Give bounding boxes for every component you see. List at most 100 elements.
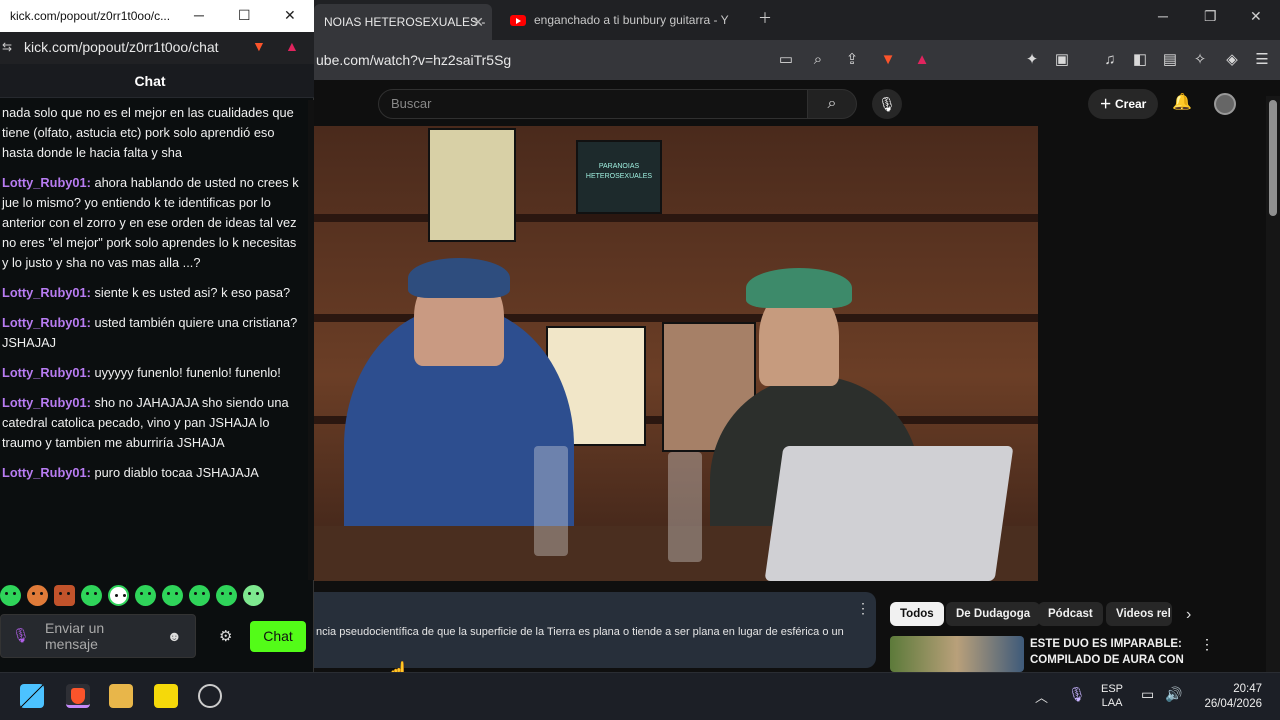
reader-icon[interactable]: ▣ xyxy=(1052,50,1072,70)
chat-message: nada solo que no es el mejor en las cual… xyxy=(2,103,300,163)
search-input[interactable]: Buscar xyxy=(378,89,808,119)
vpn-icon[interactable]: ◈ xyxy=(1222,50,1242,70)
emote-icon[interactable] xyxy=(0,585,21,606)
chat-scrollbar[interactable] xyxy=(308,100,314,580)
file-explorer-icon[interactable] xyxy=(109,684,133,708)
music-icon[interactable]: ♫ xyxy=(1100,50,1120,70)
recommended-thumbnail[interactable] xyxy=(890,636,1024,672)
emote-icon[interactable] xyxy=(81,585,102,606)
minimize-icon[interactable]: ─ xyxy=(194,7,204,23)
emoji-icon[interactable]: ☻ xyxy=(167,628,182,644)
username[interactable]: Lotty_Ruby01 xyxy=(2,315,87,330)
brave-logo xyxy=(71,688,85,704)
brave-rewards-icon[interactable]: ▲ xyxy=(912,50,932,70)
chat-title: Chat xyxy=(134,73,166,89)
chip-podcast[interactable]: Pódcast xyxy=(1038,602,1103,626)
username[interactable]: Lotty_Ruby01 xyxy=(2,175,87,190)
windows-start-icon[interactable] xyxy=(20,684,44,708)
maximize-icon[interactable]: ☐ xyxy=(238,7,251,24)
minimize-icon[interactable]: ─ xyxy=(1158,8,1168,24)
chevron-right-icon[interactable]: › xyxy=(1186,606,1191,624)
username[interactable]: Lotty_Ruby01 xyxy=(2,285,87,300)
close-icon[interactable]: ✕ xyxy=(284,7,296,24)
create-button[interactable]: ＋ Crear xyxy=(1088,89,1158,119)
wallet-icon[interactable]: ▤ xyxy=(1160,50,1180,70)
gear-icon[interactable]: ⚙ xyxy=(219,627,232,645)
brave-shield-icon[interactable]: ▼ xyxy=(252,38,266,54)
clock[interactable]: 20:47 26/04/2026 xyxy=(1190,682,1262,712)
extensions-icon[interactable]: ✦ xyxy=(1022,50,1042,70)
voice-search-icon[interactable]: 🎙 xyxy=(872,89,902,119)
emote-icon[interactable] xyxy=(243,585,264,606)
avatar[interactable] xyxy=(1214,93,1236,115)
glass xyxy=(668,452,702,562)
microphone-icon[interactable]: 🎙 xyxy=(1068,686,1086,703)
input-language[interactable]: ESP LAA xyxy=(1101,682,1123,710)
tab-youtube-active[interactable]: NOIAS HETEROSEXUALES - ✕ xyxy=(314,4,492,40)
restore-icon[interactable]: ❐ xyxy=(1204,8,1217,25)
emote-icon[interactable] xyxy=(108,585,129,606)
scrollbar-thumb[interactable] xyxy=(1269,100,1277,216)
brave-rewards-icon[interactable]: ▲ xyxy=(285,38,299,54)
chat-url-field[interactable]: kick.com/popout/z0rr1t0oo/chat xyxy=(24,39,219,55)
language-code: ESP xyxy=(1101,683,1124,695)
url-field[interactable]: ube.com/watch?v=hz2saiTr5Sg xyxy=(316,52,511,68)
brave-shield-icon[interactable]: ▼ xyxy=(878,50,898,70)
layout-code: LAA xyxy=(1101,697,1123,709)
microphone-icon[interactable]: 🎙 xyxy=(12,627,30,644)
search-icon[interactable]: ⌕ xyxy=(807,89,857,119)
username[interactable]: Lotty_Ruby01 xyxy=(2,465,87,480)
username[interactable]: Lotty_Ruby01 xyxy=(2,395,87,410)
emote-icon[interactable] xyxy=(189,585,210,606)
tab-youtube-bunbury[interactable]: enganchado a ti bunbury guitarra - Y xyxy=(500,6,750,34)
notifications-icon[interactable]: 🔔 xyxy=(1172,92,1192,112)
volume-icon[interactable]: 🔊 xyxy=(1165,686,1182,703)
emote-icon[interactable] xyxy=(135,585,156,606)
menu-icon[interactable]: ☰ xyxy=(1252,50,1272,70)
description-text: ncia pseudocientífica de que la superfic… xyxy=(316,626,844,638)
chip-videos-relacionados[interactable]: Videos rel xyxy=(1106,602,1172,626)
emote-icon[interactable] xyxy=(27,585,48,606)
more-options-icon[interactable]: ⋮ xyxy=(856,600,870,617)
username[interactable]: Lotty_Ruby01 xyxy=(2,365,87,380)
new-tab-icon[interactable]: ＋ xyxy=(758,8,772,28)
chat-message: Lotty_Ruby01: siente k es usted asi? k e… xyxy=(2,285,291,300)
chip-de-dudagoga[interactable]: De Dudagoga xyxy=(946,602,1041,626)
cast-icon[interactable]: ▭ xyxy=(776,50,796,70)
sticky-notes-icon[interactable] xyxy=(154,684,178,708)
sidebar-icon[interactable]: ◧ xyxy=(1130,50,1150,70)
chat-window-title: kick.com/popout/z0rr1t0oo/c... xyxy=(10,9,171,23)
zoom-icon[interactable]: ⌕ xyxy=(808,50,828,70)
site-info-icon[interactable]: ⇆ xyxy=(2,40,12,54)
emote-icon[interactable] xyxy=(54,585,75,606)
tab-title: NOIAS HETEROSEXUALES - xyxy=(324,15,486,29)
chip-todos[interactable]: Todos xyxy=(890,602,944,626)
message-text: siente k es usted asi? k eso pasa? xyxy=(90,285,291,300)
podcast-sign: PARANOIAS HETEROSEXUALES xyxy=(576,140,662,214)
emote-icon[interactable] xyxy=(216,585,237,606)
tab-title: enganchado a ti bunbury guitarra - Y xyxy=(534,13,729,27)
steam-icon[interactable] xyxy=(198,684,222,708)
emote-icon[interactable] xyxy=(162,585,183,606)
close-window-icon[interactable]: ✕ xyxy=(1250,8,1262,25)
message-text: uyyyyy funenlo! funenlo! funenlo! xyxy=(90,365,281,380)
message-text: nada solo que no es el mejor en las cual… xyxy=(2,105,294,160)
chat-message: Lotty_Ruby01: sho no JAHAJAJA sho siendo… xyxy=(2,395,289,450)
close-icon[interactable]: ✕ xyxy=(472,14,484,31)
clock-date: 26/04/2026 xyxy=(1204,698,1262,710)
video-player[interactable]: PARANOIAS HETEROSEXUALES xyxy=(314,126,1038,581)
leo-icon[interactable]: ✧ xyxy=(1190,50,1210,70)
create-label: Crear xyxy=(1114,97,1147,111)
send-chat-button[interactable]: Chat xyxy=(250,621,306,652)
emote-bar xyxy=(0,585,300,609)
taskbar xyxy=(0,672,1280,720)
network-icon[interactable]: ▭ xyxy=(1141,686,1154,703)
message-text: puro diablo tocaa JSHAJAJA xyxy=(90,465,259,480)
chat-message: Lotty_Ruby01: uyyyyy funenlo! funenlo! f… xyxy=(2,365,281,380)
share-icon[interactable]: ⇪ xyxy=(842,50,862,70)
video-side-area xyxy=(1038,126,1266,581)
more-options-icon[interactable]: ⋮ xyxy=(1200,636,1214,653)
glass xyxy=(534,446,568,556)
brave-browser-icon[interactable] xyxy=(66,684,90,708)
chevron-up-icon[interactable]: ︿ xyxy=(1035,687,1048,706)
